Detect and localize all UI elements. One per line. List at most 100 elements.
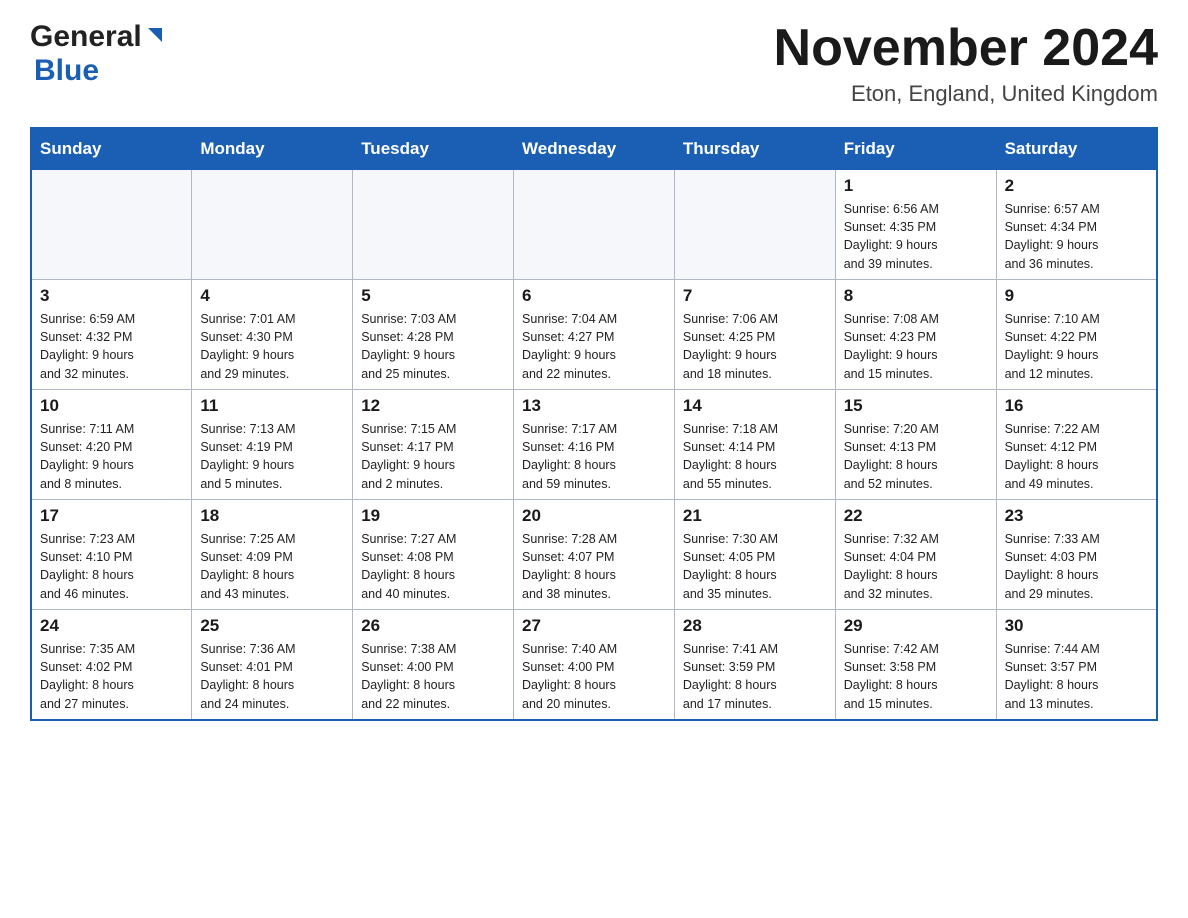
month-title: November 2024	[774, 20, 1158, 77]
day-info: Sunrise: 7:03 AM Sunset: 4:28 PM Dayligh…	[361, 310, 505, 383]
calendar-cell: 28 Sunrise: 7:41 AM Sunset: 3:59 PM Dayli…	[674, 610, 835, 720]
calendar-cell: 6Sunrise: 7:04 AM Sunset: 4:27 PM Daylig…	[514, 280, 675, 390]
day-number: 30	[1005, 616, 1148, 636]
day-number: 25	[200, 616, 344, 636]
day-info: Sunrise: 7:20 AM Sunset: 4:13 PM Dayligh…	[844, 420, 988, 493]
calendar-cell: 19Sunrise: 7:27 AM Sunset: 4:08 PM Dayli…	[353, 500, 514, 610]
day-info: Sunrise: 7:35 AM Sunset: 4:02 PM Dayligh…	[40, 640, 183, 713]
day-info: Sunrise: 7:42 AM Sunset: 3:58 PM Dayligh…	[844, 640, 988, 713]
calendar-cell	[514, 170, 675, 280]
weekday-header-friday: Friday	[835, 128, 996, 170]
calendar-cell: 29 Sunrise: 7:42 AM Sunset: 3:58 PM Dayli…	[835, 610, 996, 720]
day-number: 23	[1005, 506, 1148, 526]
calendar-cell: 1 Sunrise: 6:56 AM Sunset: 4:35 PM Daylig…	[835, 170, 996, 280]
calendar-cell: 4Sunrise: 7:01 AM Sunset: 4:30 PM Daylig…	[192, 280, 353, 390]
calendar-cell: 17Sunrise: 7:23 AM Sunset: 4:10 PM Dayli…	[31, 500, 192, 610]
day-info: Sunrise: 7:17 AM Sunset: 4:16 PM Dayligh…	[522, 420, 666, 493]
calendar-week-5: 24 Sunrise: 7:35 AM Sunset: 4:02 PM Dayli…	[31, 610, 1157, 720]
day-number: 9	[1005, 286, 1148, 306]
calendar-cell: 14 Sunrise: 7:18 AM Sunset: 4:14 PM Dayli…	[674, 390, 835, 500]
calendar-cell: 7 Sunrise: 7:06 AM Sunset: 4:25 PM Daylig…	[674, 280, 835, 390]
calendar-cell: 12 Sunrise: 7:15 AM Sunset: 4:17 PM Dayli…	[353, 390, 514, 500]
day-info: Sunrise: 6:57 AM Sunset: 4:34 PM Dayligh…	[1005, 200, 1148, 273]
calendar-cell: 18 Sunrise: 7:25 AM Sunset: 4:09 PM Dayli…	[192, 500, 353, 610]
logo-arrow-icon	[144, 24, 166, 51]
weekday-header-monday: Monday	[192, 128, 353, 170]
calendar-cell: 15 Sunrise: 7:20 AM Sunset: 4:13 PM Dayli…	[835, 390, 996, 500]
day-info: Sunrise: 6:59 AM Sunset: 4:32 PM Dayligh…	[40, 310, 183, 383]
calendar-cell: 27 Sunrise: 7:40 AM Sunset: 4:00 PM Dayli…	[514, 610, 675, 720]
location-title: Eton, England, United Kingdom	[774, 81, 1158, 107]
weekday-header-tuesday: Tuesday	[353, 128, 514, 170]
calendar-week-4: 17Sunrise: 7:23 AM Sunset: 4:10 PM Dayli…	[31, 500, 1157, 610]
weekday-header-wednesday: Wednesday	[514, 128, 675, 170]
day-info: Sunrise: 7:40 AM Sunset: 4:00 PM Dayligh…	[522, 640, 666, 713]
calendar-week-3: 10Sunrise: 7:11 AM Sunset: 4:20 PM Dayli…	[31, 390, 1157, 500]
day-number: 21	[683, 506, 827, 526]
day-info: Sunrise: 7:18 AM Sunset: 4:14 PM Dayligh…	[683, 420, 827, 493]
day-info: Sunrise: 7:32 AM Sunset: 4:04 PM Dayligh…	[844, 530, 988, 603]
weekday-header-thursday: Thursday	[674, 128, 835, 170]
day-info: Sunrise: 7:36 AM Sunset: 4:01 PM Dayligh…	[200, 640, 344, 713]
day-number: 27	[522, 616, 666, 636]
calendar-cell: 24 Sunrise: 7:35 AM Sunset: 4:02 PM Dayli…	[31, 610, 192, 720]
day-number: 16	[1005, 396, 1148, 416]
calendar-cell: 5 Sunrise: 7:03 AM Sunset: 4:28 PM Daylig…	[353, 280, 514, 390]
calendar-table: SundayMondayTuesdayWednesdayThursdayFrid…	[30, 127, 1158, 721]
day-number: 7	[683, 286, 827, 306]
day-info: Sunrise: 7:28 AM Sunset: 4:07 PM Dayligh…	[522, 530, 666, 603]
day-info: Sunrise: 7:30 AM Sunset: 4:05 PM Dayligh…	[683, 530, 827, 603]
day-info: Sunrise: 7:15 AM Sunset: 4:17 PM Dayligh…	[361, 420, 505, 493]
calendar-cell: 23Sunrise: 7:33 AM Sunset: 4:03 PM Dayli…	[996, 500, 1157, 610]
day-number: 22	[844, 506, 988, 526]
calendar-cell: 25 Sunrise: 7:36 AM Sunset: 4:01 PM Dayli…	[192, 610, 353, 720]
calendar-cell: 20 Sunrise: 7:28 AM Sunset: 4:07 PM Dayli…	[514, 500, 675, 610]
calendar-cell: 26 Sunrise: 7:38 AM Sunset: 4:00 PM Dayli…	[353, 610, 514, 720]
day-number: 19	[361, 506, 505, 526]
day-info: Sunrise: 7:10 AM Sunset: 4:22 PM Dayligh…	[1005, 310, 1148, 383]
day-number: 17	[40, 506, 183, 526]
calendar-cell: 16 Sunrise: 7:22 AM Sunset: 4:12 PM Dayli…	[996, 390, 1157, 500]
day-number: 29	[844, 616, 988, 636]
calendar-cell: 22 Sunrise: 7:32 AM Sunset: 4:04 PM Dayli…	[835, 500, 996, 610]
day-number: 2	[1005, 176, 1148, 196]
day-number: 20	[522, 506, 666, 526]
calendar-cell	[192, 170, 353, 280]
calendar-cell: 30Sunrise: 7:44 AM Sunset: 3:57 PM Dayli…	[996, 610, 1157, 720]
day-number: 28	[683, 616, 827, 636]
day-info: Sunrise: 7:38 AM Sunset: 4:00 PM Dayligh…	[361, 640, 505, 713]
day-number: 26	[361, 616, 505, 636]
day-number: 24	[40, 616, 183, 636]
logo-general-text: General	[30, 20, 142, 54]
day-number: 15	[844, 396, 988, 416]
weekday-header-row: SundayMondayTuesdayWednesdayThursdayFrid…	[31, 128, 1157, 170]
calendar-week-2: 3Sunrise: 6:59 AM Sunset: 4:32 PM Daylig…	[31, 280, 1157, 390]
day-info: Sunrise: 7:41 AM Sunset: 3:59 PM Dayligh…	[683, 640, 827, 713]
day-number: 1	[844, 176, 988, 196]
calendar-cell: 10Sunrise: 7:11 AM Sunset: 4:20 PM Dayli…	[31, 390, 192, 500]
calendar-cell	[31, 170, 192, 280]
calendar-cell: 11 Sunrise: 7:13 AM Sunset: 4:19 PM Dayli…	[192, 390, 353, 500]
day-info: Sunrise: 7:22 AM Sunset: 4:12 PM Dayligh…	[1005, 420, 1148, 493]
day-info: Sunrise: 7:04 AM Sunset: 4:27 PM Dayligh…	[522, 310, 666, 383]
day-info: Sunrise: 7:25 AM Sunset: 4:09 PM Dayligh…	[200, 530, 344, 603]
day-number: 10	[40, 396, 183, 416]
title-block: November 2024 Eton, England, United King…	[774, 20, 1158, 107]
day-number: 14	[683, 396, 827, 416]
day-info: Sunrise: 6:56 AM Sunset: 4:35 PM Dayligh…	[844, 200, 988, 273]
day-info: Sunrise: 7:06 AM Sunset: 4:25 PM Dayligh…	[683, 310, 827, 383]
day-number: 5	[361, 286, 505, 306]
calendar-cell	[353, 170, 514, 280]
calendar-cell: 9 Sunrise: 7:10 AM Sunset: 4:22 PM Daylig…	[996, 280, 1157, 390]
calendar-cell: 2 Sunrise: 6:57 AM Sunset: 4:34 PM Daylig…	[996, 170, 1157, 280]
logo: General Blue	[30, 20, 166, 88]
day-number: 4	[200, 286, 344, 306]
page-header: General Blue November 2024 Eton, England…	[30, 20, 1158, 107]
calendar-week-1: 1 Sunrise: 6:56 AM Sunset: 4:35 PM Daylig…	[31, 170, 1157, 280]
day-number: 12	[361, 396, 505, 416]
weekday-header-sunday: Sunday	[31, 128, 192, 170]
day-number: 11	[200, 396, 344, 416]
day-number: 18	[200, 506, 344, 526]
day-info: Sunrise: 7:13 AM Sunset: 4:19 PM Dayligh…	[200, 420, 344, 493]
calendar-cell: 21 Sunrise: 7:30 AM Sunset: 4:05 PM Dayli…	[674, 500, 835, 610]
